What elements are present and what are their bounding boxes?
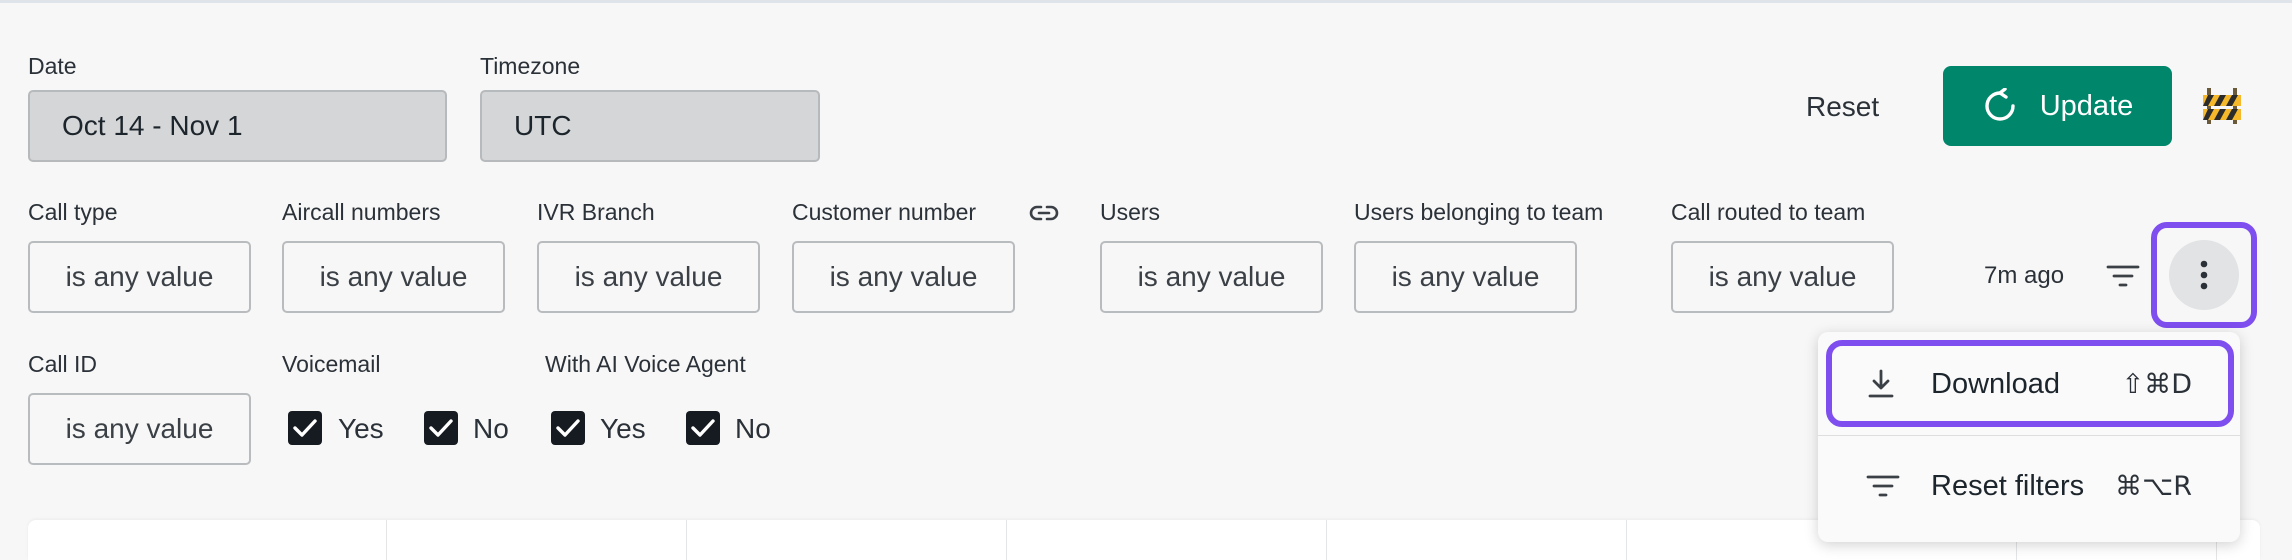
refresh-icon (1982, 88, 2018, 124)
ai-agent-no-checkbox[interactable] (686, 411, 720, 445)
column-divider (686, 520, 687, 560)
filter-label-routed-team: Call routed to team (1671, 199, 1866, 225)
filter-users[interactable]: is any value (1100, 241, 1323, 313)
download-highlight (1826, 340, 2234, 427)
menu-divider (1818, 435, 2240, 436)
voicemail-no-checkbox[interactable] (424, 411, 458, 445)
menu-item-reset-filters-shortcut: ⌘⌥R (2115, 470, 2192, 502)
ai-agent-no-label: No (735, 413, 771, 444)
voicemail-label: Voicemail (282, 351, 381, 377)
menu-item-reset-filters-label: Reset filters (1931, 469, 2085, 502)
ai-agent-yes-label: Yes (600, 413, 646, 444)
column-divider (1326, 520, 1327, 560)
filter-label-call-type: Call type (28, 199, 118, 225)
column-divider (386, 520, 387, 560)
ai-agent-yes-checkbox[interactable] (551, 411, 585, 445)
more-options-button[interactable] (2169, 240, 2239, 310)
filter-aircall-numbers[interactable]: is any value (282, 241, 505, 313)
menu-item-reset-filters[interactable]: Reset filters ⌘⌥R (1818, 446, 2240, 526)
vertical-dots-icon (2199, 259, 2209, 291)
filter-customer-number[interactable]: is any value (792, 241, 1015, 313)
construction-barrier-icon[interactable] (2202, 86, 2242, 131)
filter-call-type[interactable]: is any value (28, 241, 251, 313)
voicemail-no-label: No (473, 413, 509, 444)
call-id-label: Call ID (28, 351, 98, 377)
filter-call-id[interactable]: is any value (28, 393, 251, 465)
voicemail-yes-label: Yes (338, 413, 384, 444)
ai-voice-agent-label: With AI Voice Agent (545, 351, 746, 377)
last-updated-text: 7m ago (1984, 262, 2065, 289)
top-border (0, 0, 2292, 3)
column-divider (1626, 520, 1627, 560)
date-label: Date (28, 53, 77, 79)
more-options-highlight (2151, 222, 2257, 328)
voicemail-yes-checkbox[interactable] (288, 411, 322, 445)
filter-routed-team[interactable]: is any value (1671, 241, 1894, 313)
timezone-field[interactable]: UTC (480, 90, 820, 162)
update-button-label: Update (2039, 89, 2134, 122)
filter-label-users-team: Users belonging to team (1354, 199, 1604, 225)
filter-label-customer-number: Customer number (792, 199, 977, 225)
filter-ivr-branch[interactable]: is any value (537, 241, 760, 313)
filter-label-users: Users (1100, 199, 1161, 225)
timezone-label: Timezone (480, 53, 581, 79)
update-button[interactable]: Update (1943, 66, 2172, 146)
filter-label-aircall-numbers: Aircall numbers (282, 199, 441, 225)
column-divider (1006, 520, 1007, 560)
date-range-field[interactable]: Oct 14 - Nov 1 (28, 90, 447, 162)
filter-icon (1866, 472, 1900, 500)
filter-users-team[interactable]: is any value (1354, 241, 1577, 313)
link-icon[interactable] (1028, 200, 1060, 231)
reset-button[interactable]: Reset (1806, 91, 1879, 123)
filter-icon[interactable] (2106, 262, 2140, 295)
filter-label-ivr-branch: IVR Branch (537, 199, 655, 225)
